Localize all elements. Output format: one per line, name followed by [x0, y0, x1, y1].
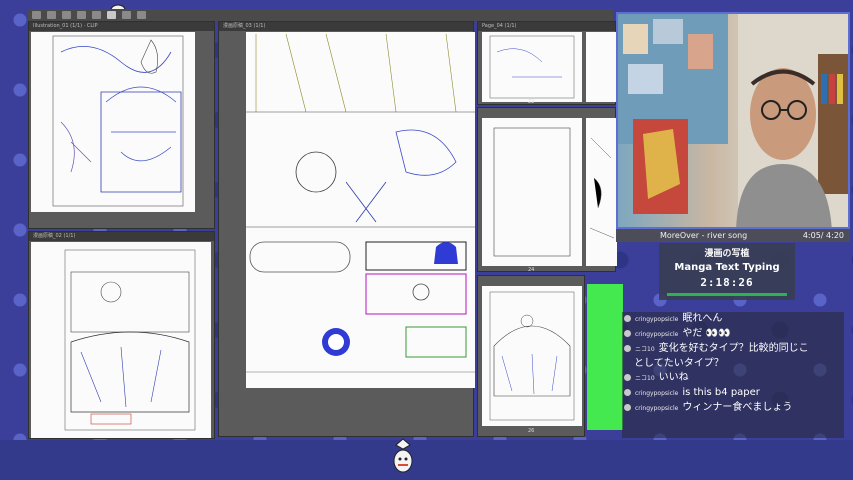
chat-message: cringypopsicle is this b4 paper [622, 386, 844, 401]
canvas-tab-2[interactable]: 漫画原稿_02 (1/1) [29, 232, 214, 241]
canvas-window-main[interactable]: 漫画原稿_03 (1/1) [218, 21, 475, 437]
canvas-window-5[interactable]: 26 [477, 275, 585, 437]
stream-info-panel: 漫画の写植 Manga Text Typing 2:18:26 [659, 243, 795, 300]
chat-message: cringypopsicle 眠れへん [622, 312, 844, 327]
thumbnail-page-26[interactable] [482, 286, 582, 426]
thumb-drawing-26 [489, 291, 575, 421]
undo-icon[interactable] [77, 11, 86, 19]
canvas-window-1[interactable]: Illustration_01 (1/1) · CLIP [28, 21, 215, 229]
chat-text: いいね [658, 372, 689, 383]
chat-text: 眠れへん [682, 313, 723, 324]
canvas-window-2[interactable]: 漫画原稿_02 (1/1) [28, 231, 215, 439]
manga-page-sketch[interactable] [31, 32, 195, 212]
chat-username: ニコ10 [635, 375, 655, 382]
chat-text: ウィンナー食べましょう [682, 402, 793, 413]
user-avatar-icon [624, 345, 631, 352]
open-file-icon[interactable] [47, 11, 56, 19]
stream-title-en: Manga Text Typing [674, 262, 780, 273]
chat-message: cringypopsicle ウィンナー食べましょう [622, 401, 844, 416]
user-avatar-icon [624, 315, 631, 322]
canvas-window-3[interactable]: Page_04 (1/1) 22 [477, 21, 617, 105]
select-tool-icon[interactable] [137, 11, 146, 19]
webcam-feed [616, 12, 850, 229]
stream-title-ja: 漫画の写植 [704, 249, 750, 259]
chat-text-continuation: としてたいタイプ？ [634, 358, 724, 369]
chat-username: cringypopsicle [635, 316, 679, 323]
app-toolbar [28, 9, 613, 21]
bottom-overlay-strip [0, 440, 853, 480]
stream-timer: 2:18:26 [700, 276, 754, 289]
user-avatar-icon [624, 389, 631, 396]
chat-text: is this b4 paper [682, 387, 760, 398]
chat-username: cringypopsicle [635, 390, 679, 397]
chat-username: cringypopsicle [635, 405, 679, 412]
user-avatar-icon [624, 404, 631, 411]
chat-text: 変化を好むタイプ？比較的同じこ [658, 343, 809, 354]
thumb-drawing-22 [489, 35, 575, 99]
now-playing-bar: MoreOver - river song 4:05/ 4:20 [616, 229, 850, 242]
now-playing-time: 4:05/ 4:20 [802, 231, 844, 240]
thumbnail-page-23[interactable] [586, 32, 617, 102]
new-file-icon[interactable] [32, 11, 41, 19]
sketch-drawing [52, 35, 184, 207]
redo-icon[interactable] [92, 11, 101, 19]
canvas-tab-3[interactable]: Page_04 (1/1) [478, 22, 615, 31]
thumbnail-page-25[interactable] [586, 118, 617, 266]
sketch-drawing-2 [64, 249, 196, 431]
manga-page-sketch-2[interactable] [31, 242, 211, 438]
canvas-tab-1[interactable]: Illustration_01 (1/1) · CLIP [29, 22, 214, 31]
thumb-drawing-25 [589, 137, 615, 239]
chat-message: cringypopsicle やだ 👀👀 [622, 327, 844, 342]
user-avatar-icon [624, 330, 631, 337]
chat-text: やだ 👀👀 [682, 328, 731, 339]
thumbnail-page-22[interactable] [482, 32, 582, 102]
eraser-tool-icon[interactable] [122, 11, 131, 19]
mascot-icon [392, 437, 414, 473]
green-screen-area [587, 284, 623, 430]
canvas-window-4[interactable]: 24 [477, 107, 617, 273]
timer-progress-bar [667, 293, 787, 296]
canvas-tab-main[interactable]: 漫画原稿_03 (1/1) [219, 22, 473, 31]
blank-page-24[interactable] [482, 118, 582, 266]
now-playing-title: MoreOver - river song [660, 231, 748, 240]
main-sketch-drawing [246, 33, 475, 373]
pen-tool-icon[interactable] [107, 11, 116, 19]
chat-username: ニコ10 [635, 346, 655, 353]
page-number: 22 [528, 99, 535, 105]
chat-message: ニコ10 変化を好むタイプ？比較的同じこ [622, 342, 844, 357]
manga-main-page[interactable] [246, 32, 475, 388]
chat-message: ニコ10 いいね [622, 371, 844, 386]
webcam-scene [618, 14, 848, 227]
page-number: 26 [528, 428, 535, 434]
chat-overlay: cringypopsicle 眠れへん cringypopsicle やだ 👀👀… [622, 312, 844, 438]
blank-frame [493, 127, 571, 257]
save-icon[interactable] [62, 11, 71, 19]
chat-username: cringypopsicle [635, 331, 679, 338]
page-number: 24 [528, 267, 535, 273]
user-avatar-icon [624, 374, 631, 381]
